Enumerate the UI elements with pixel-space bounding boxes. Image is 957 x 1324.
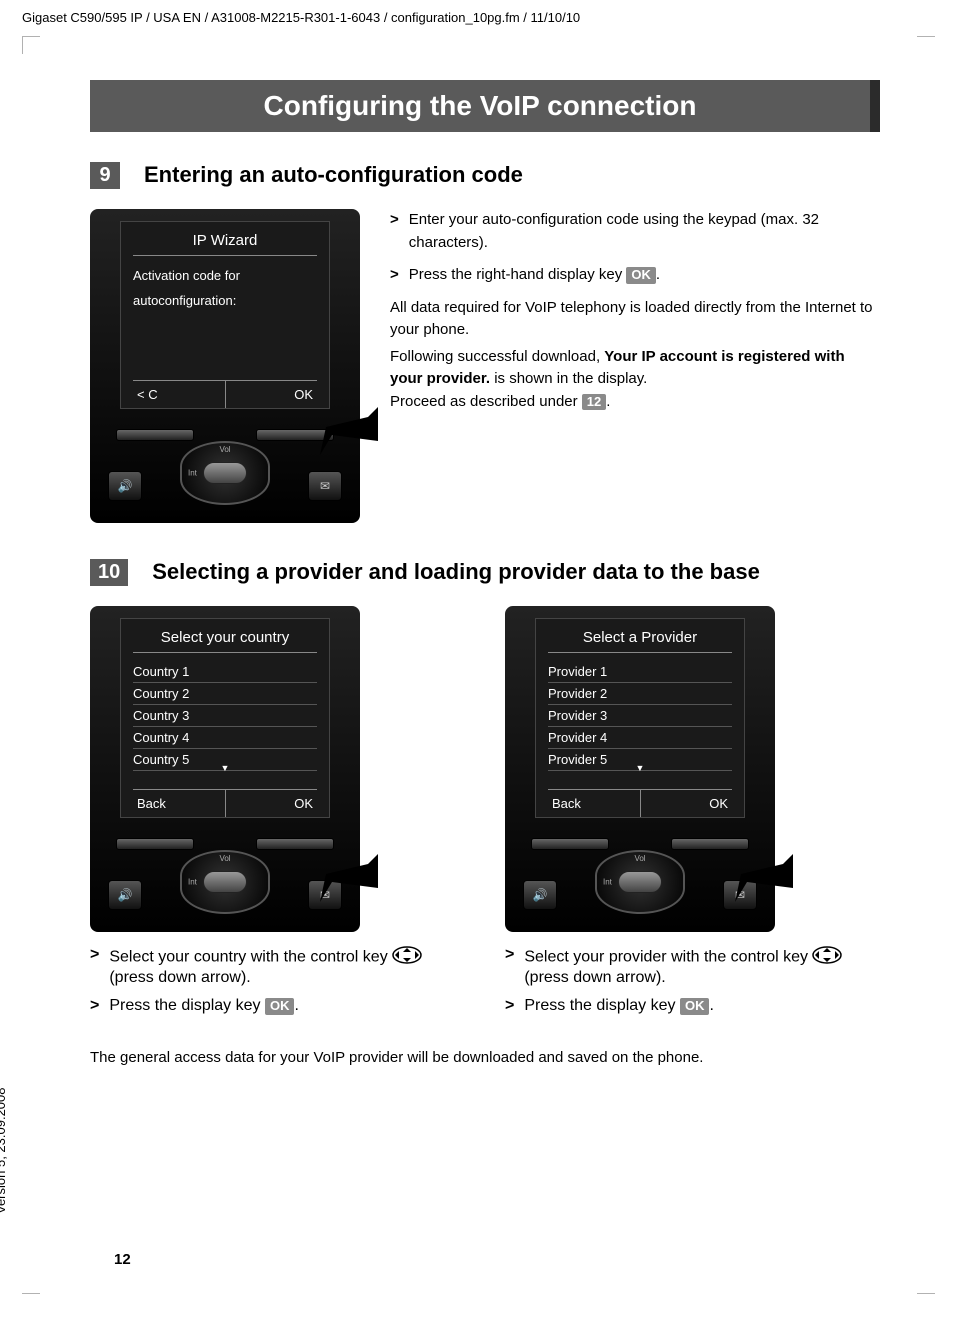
crop-mark-bl xyxy=(22,1276,40,1294)
crop-mark-tl xyxy=(22,36,40,54)
country-item-4[interactable]: Country 4 xyxy=(133,727,317,749)
step12-keycap: 12 xyxy=(582,394,606,411)
speaker-button[interactable]: 🔊 xyxy=(108,880,142,910)
pointer-arrow-icon xyxy=(320,854,378,907)
softkey-right-ok[interactable]: OK xyxy=(226,790,318,817)
step10-final-note: The general access data for your VoIP pr… xyxy=(90,1047,880,1070)
step9-bullet-2-post: . xyxy=(656,266,660,283)
screen-line-1: Activation code for xyxy=(133,264,317,289)
step-9-title: Entering an auto-configuration code xyxy=(144,162,523,188)
country-item-1[interactable]: Country 1 xyxy=(133,661,317,683)
pointer-arrow-icon xyxy=(320,407,378,460)
country-bullet-2: > Press the display key OK. xyxy=(90,997,465,1015)
dpad-center-button[interactable] xyxy=(203,871,247,893)
step9-para-1: All data required for VoIP telephony is … xyxy=(390,297,880,342)
softkey-right-ok[interactable]: OK xyxy=(641,790,733,817)
screen-title-country: Select your country xyxy=(133,629,317,653)
scroll-down-indicator: ▼ xyxy=(636,763,645,773)
crop-mark-br xyxy=(917,1276,935,1294)
dpad-vol-label: Vol xyxy=(634,854,645,863)
screen-title-ipwizard: IP Wizard xyxy=(133,232,317,256)
country-item-3[interactable]: Country 3 xyxy=(133,705,317,727)
mail-button[interactable]: ✉ xyxy=(308,471,342,501)
dpad-center-button[interactable] xyxy=(618,871,662,893)
phone-screen-provider: Select a Provider Provider 1 Provider 2 … xyxy=(535,618,745,818)
country-item-2[interactable]: Country 2 xyxy=(133,683,317,705)
step9-bullet-2: > Press the right-hand display key OK. xyxy=(390,264,880,287)
softkey-left-back[interactable]: Back xyxy=(548,790,641,817)
screen-title-provider: Select a Provider xyxy=(548,629,732,653)
crop-mark-tr xyxy=(917,36,935,54)
right-softkey-button[interactable] xyxy=(671,838,749,850)
provider-b1-pre: Select your provider with the control ke… xyxy=(524,949,812,966)
step9-para-2: Following successful download, Your IP a… xyxy=(390,346,880,391)
step9-para-3: Proceed as described under 12. xyxy=(390,391,880,414)
softkey-left-clear[interactable]: < C xyxy=(133,381,226,408)
right-softkey-button[interactable] xyxy=(256,838,334,850)
country-b1-post: (press down arrow). xyxy=(109,969,250,986)
speaker-button[interactable]: 🔊 xyxy=(523,880,557,910)
provider-item-4[interactable]: Provider 4 xyxy=(548,727,732,749)
country-b1-pre: Select your country with the control key xyxy=(109,949,392,966)
provider-b2-post: . xyxy=(709,997,713,1014)
dpad-int-label: Int xyxy=(188,469,197,478)
left-softkey-button[interactable] xyxy=(116,838,194,850)
phone-screen-ipwizard: IP Wizard Activation code for autoconfig… xyxy=(120,221,330,409)
provider-item-1[interactable]: Provider 1 xyxy=(548,661,732,683)
ok-keycap: OK xyxy=(265,998,295,1015)
dpad-vol-label: Vol xyxy=(219,445,230,454)
step9-para3-post: . xyxy=(606,393,610,410)
dpad-center-button[interactable] xyxy=(203,462,247,484)
provider-bullet-2: > Press the display key OK. xyxy=(505,997,880,1015)
speaker-button[interactable]: 🔊 xyxy=(108,471,142,501)
ok-keycap: OK xyxy=(626,267,656,284)
ok-keycap: OK xyxy=(680,998,710,1015)
scroll-down-indicator: ▼ xyxy=(221,763,230,773)
country-bullet-1: > Select your country with the control k… xyxy=(90,946,465,987)
provider-item-3[interactable]: Provider 3 xyxy=(548,705,732,727)
step9-para3-pre: Proceed as described under xyxy=(390,393,582,410)
page-number: 12 xyxy=(114,1251,131,1268)
screen-line-2: autoconfiguration: xyxy=(133,289,317,314)
dpad-int-label: Int xyxy=(603,878,612,887)
provider-b1-post: (press down arrow). xyxy=(524,969,665,986)
dpad-int-label: Int xyxy=(188,878,197,887)
phone-mock-country: Select your country Country 1 Country 2 … xyxy=(90,606,360,932)
step9-bullet-1-text: Enter your auto-configuration code using… xyxy=(409,209,880,254)
left-softkey-button[interactable] xyxy=(116,429,194,441)
softkey-left-back[interactable]: Back xyxy=(133,790,226,817)
step9-para2-post: is shown in the display. xyxy=(490,370,647,387)
step9-bullet-2-pre: Press the right-hand display key xyxy=(409,266,627,283)
phone-mock-ipwizard: IP Wizard Activation code for autoconfig… xyxy=(90,209,360,523)
provider-bullet-1: > Select your provider with the control … xyxy=(505,946,880,987)
step-10-title: Selecting a provider and loading provide… xyxy=(152,559,760,585)
version-text: Version 5, 23.09.2008 xyxy=(0,1088,8,1215)
country-b2-pre: Press the display key xyxy=(109,997,265,1014)
doc-header: Gigaset C590/595 IP / USA EN / A31008-M2… xyxy=(22,10,580,25)
provider-b2-pre: Press the display key xyxy=(524,997,680,1014)
phone-mock-provider: Select a Provider Provider 1 Provider 2 … xyxy=(505,606,775,932)
provider-item-2[interactable]: Provider 2 xyxy=(548,683,732,705)
phone-screen-country: Select your country Country 1 Country 2 … xyxy=(120,618,330,818)
country-b2-post: . xyxy=(294,997,298,1014)
control-key-dpad[interactable]: Vol Int xyxy=(180,850,270,914)
control-key-dpad[interactable]: Vol Int xyxy=(595,850,685,914)
step-9-number: 9 xyxy=(90,162,120,189)
page-title-banner: Configuring the VoIP connection xyxy=(90,80,880,132)
step9-bullet-1: > Enter your auto-configuration code usi… xyxy=(390,209,880,254)
control-key-icon xyxy=(392,946,422,969)
control-key-icon xyxy=(812,946,842,969)
dpad-vol-label: Vol xyxy=(219,854,230,863)
step-10-number: 10 xyxy=(90,559,128,586)
step9-para2-pre: Following successful download, xyxy=(390,348,604,365)
control-key-dpad[interactable]: Vol Int xyxy=(180,441,270,505)
left-softkey-button[interactable] xyxy=(531,838,609,850)
pointer-arrow-icon xyxy=(735,854,793,907)
softkey-right-ok[interactable]: OK xyxy=(226,381,318,408)
